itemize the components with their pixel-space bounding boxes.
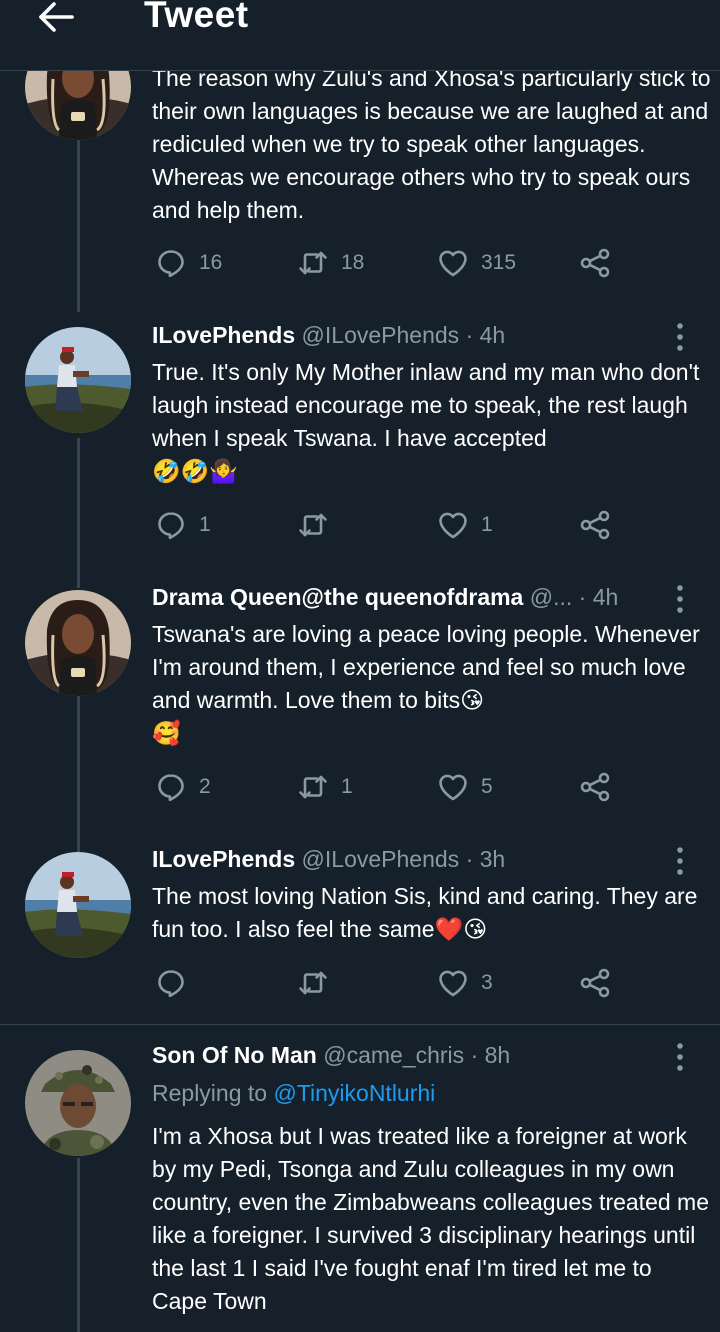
like-count: 5: [481, 775, 493, 798]
top-bar: Tweet: [0, 0, 720, 71]
retweet-button[interactable]: [297, 966, 341, 1000]
reply-button[interactable]: 2: [155, 770, 211, 804]
thread-line: [77, 670, 80, 852]
more-options-icon[interactable]: [672, 1042, 688, 1072]
more-options-icon[interactable]: [672, 846, 688, 876]
reply-icon: [155, 247, 187, 279]
like-button[interactable]: 315: [437, 246, 516, 280]
share-button[interactable]: [579, 246, 611, 280]
retweet-icon: [297, 247, 329, 279]
like-count: 315: [481, 251, 517, 274]
share-button[interactable]: [579, 770, 611, 804]
share-icon: [579, 771, 611, 803]
tweet-header: ILovePhends @ILovePhends · 4h: [152, 322, 505, 349]
retweet-button[interactable]: 1: [297, 770, 353, 804]
tweet-text: I'm a Xhosa but I was treated like a for…: [152, 1123, 709, 1314]
reply-button[interactable]: 1: [155, 508, 211, 542]
mention-link[interactable]: @TinyikoNtlurhi: [273, 1080, 435, 1106]
reply-icon: [155, 509, 187, 541]
heart-icon: [437, 967, 469, 999]
avatar[interactable]: [25, 327, 131, 433]
retweet-icon: [297, 509, 329, 541]
tweet-text: The reason why Zulu's and Xhosa's partic…: [152, 65, 711, 223]
tweet-actions: 1 1: [155, 508, 625, 542]
share-button[interactable]: [579, 966, 611, 1000]
timestamp: · 8h: [470, 1042, 511, 1068]
handle[interactable]: @ILovePhends: [302, 322, 460, 348]
share-button[interactable]: [579, 508, 611, 542]
share-icon: [579, 247, 611, 279]
tweet-header: ILovePhends @ILovePhends · 3h: [152, 846, 505, 873]
reply-icon: [155, 771, 187, 803]
timestamp: · 4h: [578, 584, 619, 610]
tweet-text: Tswana's are loving a peace loving peopl…: [152, 621, 700, 746]
handle[interactable]: @ILovePhends: [302, 846, 460, 872]
share-icon: [579, 509, 611, 541]
timestamp: · 3h: [465, 846, 506, 872]
like-button[interactable]: 3: [437, 966, 493, 1000]
like-count: 1: [481, 513, 493, 536]
handle[interactable]: @...: [530, 584, 573, 610]
display-name[interactable]: Drama Queen@the queenofdrama: [152, 584, 523, 610]
like-count: 3: [481, 971, 493, 994]
reply-count: 1: [199, 513, 211, 536]
avatar[interactable]: [25, 852, 131, 958]
retweet-icon: [297, 967, 329, 999]
replying-to: Replying to @TinyikoNtlurhi: [152, 1080, 436, 1106]
retweet-count: 1: [341, 775, 353, 798]
heart-icon: [437, 247, 469, 279]
timestamp: · 4h: [465, 322, 506, 348]
thread-line: [77, 130, 80, 312]
thread-line: [77, 438, 80, 588]
more-options-icon[interactable]: [672, 322, 688, 352]
display-name[interactable]: ILovePhends: [152, 322, 295, 348]
tweet-actions: 2 1 5: [155, 770, 625, 804]
display-name[interactable]: Son Of No Man: [152, 1042, 317, 1068]
heart-icon: [437, 509, 469, 541]
retweet-count: 18: [341, 251, 365, 274]
tweet-actions: 3: [155, 966, 625, 1000]
reply-count: 16: [199, 251, 223, 274]
retweet-button[interactable]: [297, 508, 341, 542]
reply-count: 2: [199, 775, 211, 798]
reply-button[interactable]: 16: [155, 246, 222, 280]
reply-icon: [155, 967, 187, 999]
avatar[interactable]: [25, 590, 131, 696]
tweet-header: Drama Queen@the queenofdrama @... · 4h: [152, 584, 618, 611]
tweet-text: True. It's only My Mother inlaw and my m…: [152, 359, 700, 484]
back-arrow-icon[interactable]: [36, 0, 76, 34]
tweet-text: The most loving Nation Sis, kind and car…: [152, 883, 698, 942]
reply-button[interactable]: [155, 966, 199, 1000]
like-button[interactable]: 5: [437, 770, 493, 804]
thread-divider: [0, 1024, 720, 1025]
emoji: 🤣🤣🤷‍♀️: [152, 458, 238, 484]
heart-icon: [437, 771, 469, 803]
tweet-actions: 16 18 315: [155, 246, 625, 280]
share-icon: [579, 967, 611, 999]
retweet-icon: [297, 771, 329, 803]
handle[interactable]: @came_chris: [323, 1042, 464, 1068]
tweet-header: Son Of No Man @came_chris · 8h: [152, 1042, 510, 1069]
more-options-icon[interactable]: [672, 584, 688, 614]
page-title: Tweet: [144, 0, 249, 35]
like-button[interactable]: 1: [437, 508, 493, 542]
thread-line: [77, 1158, 80, 1332]
avatar[interactable]: [25, 1050, 131, 1156]
display-name[interactable]: ILovePhends: [152, 846, 295, 872]
emoji: 🥰: [152, 720, 181, 746]
retweet-button[interactable]: 18: [297, 246, 364, 280]
